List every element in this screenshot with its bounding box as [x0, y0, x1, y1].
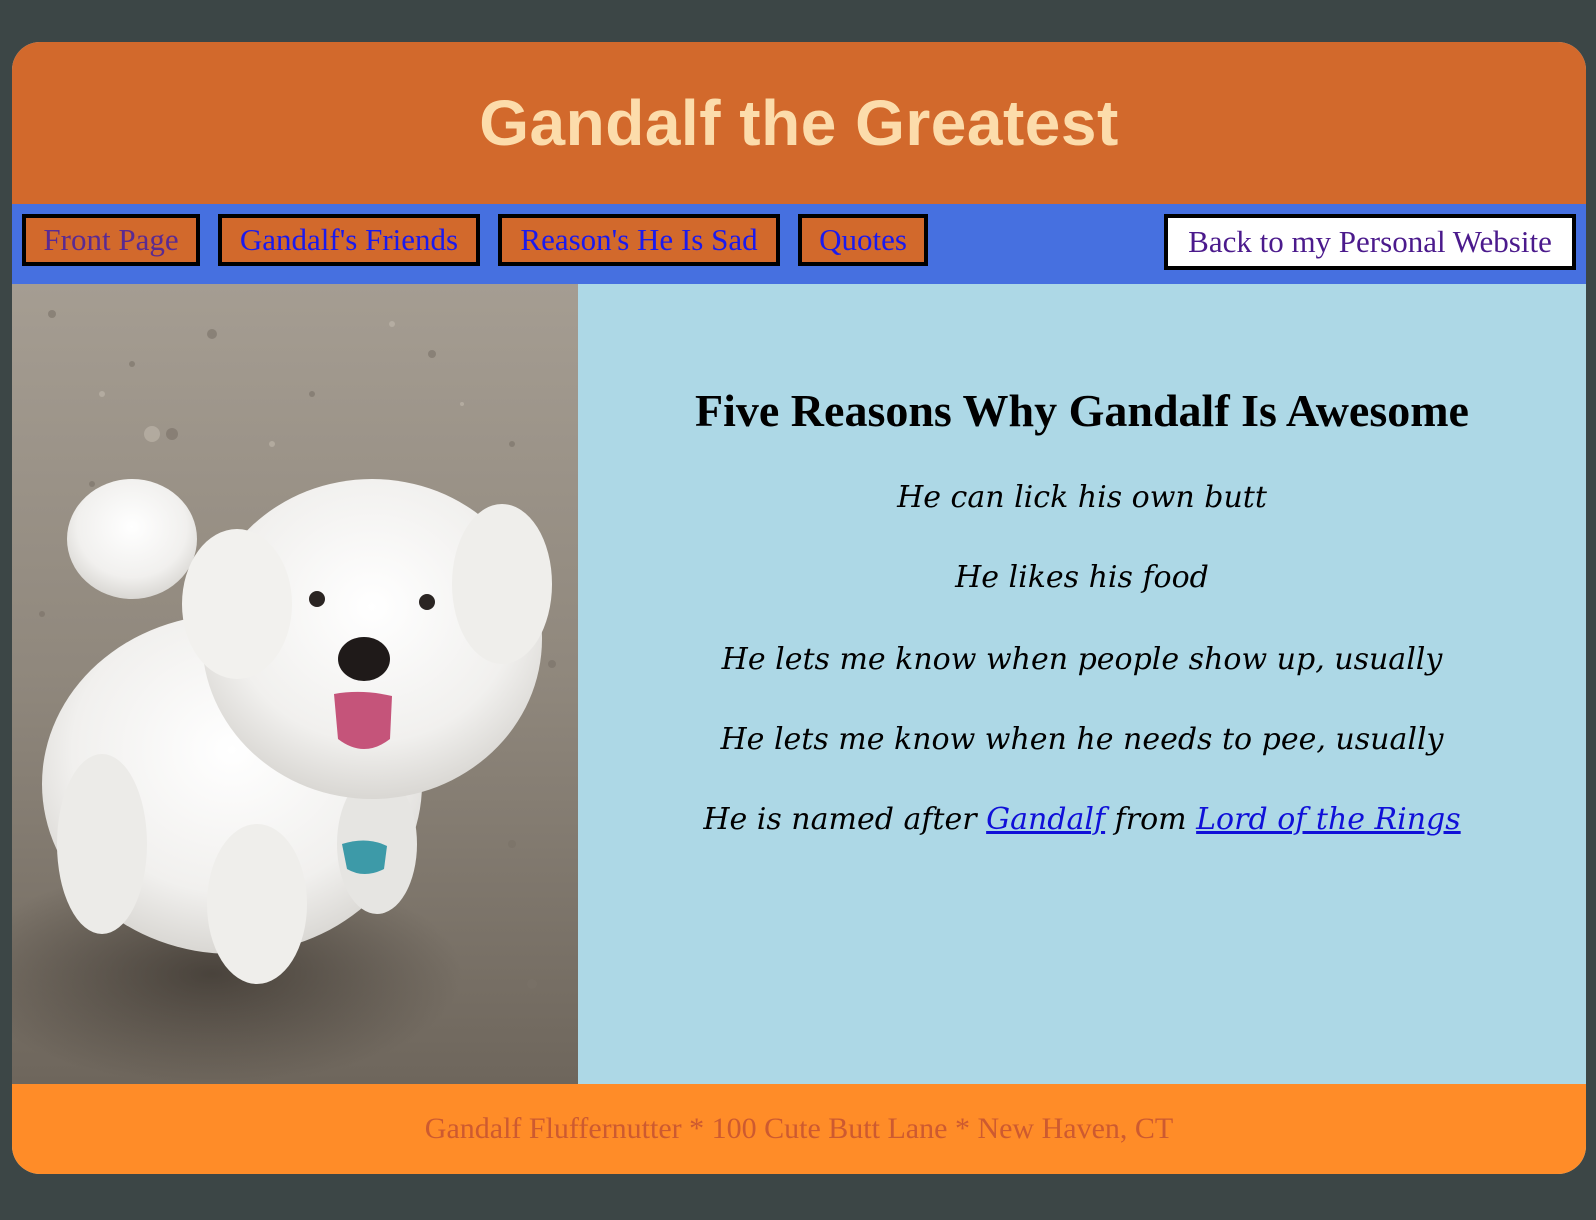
nav-reasons-sad-button[interactable]: Reason's He Is Sad — [498, 214, 780, 266]
reason-item: He lets me know when people show up, usu… — [721, 642, 1443, 677]
site-title: Gandalf the Greatest — [479, 87, 1119, 159]
nav-quotes-button[interactable]: Quotes — [798, 214, 928, 266]
main-content: Five Reasons Why Gandalf Is Awesome He c… — [12, 284, 1586, 1084]
gandalf-link[interactable]: Gandalf — [986, 802, 1105, 837]
page-frame: Gandalf the Greatest Front Page Gandalf'… — [12, 42, 1586, 1174]
reasons-heading: Five Reasons Why Gandalf Is Awesome — [695, 385, 1469, 436]
reason-item-named-after: He is named after Gandalf from Lord of t… — [578, 802, 1586, 837]
reason-text: from — [1105, 802, 1197, 837]
lord-of-the-rings-link[interactable]: Lord of the Rings — [1196, 802, 1461, 837]
reasons-panel: Five Reasons Why Gandalf Is Awesome He c… — [578, 284, 1586, 1084]
reason-item: He likes his food — [955, 560, 1209, 595]
site-header: Gandalf the Greatest — [12, 42, 1586, 204]
reason-item: He lets me know when he needs to pee, us… — [720, 722, 1444, 757]
footer-address: Gandalf Fluffernutter * 100 Cute Butt La… — [424, 1112, 1174, 1145]
reason-text: He is named after — [703, 802, 987, 837]
reason-item: He can lick his own butt — [897, 480, 1267, 515]
nav-bar: Front Page Gandalf's Friends Reason's He… — [12, 204, 1586, 284]
back-to-personal-website-button[interactable]: Back to my Personal Website — [1164, 214, 1576, 270]
nav-front-page-button[interactable]: Front Page — [22, 214, 200, 266]
dog-photo — [12, 284, 578, 1084]
nav-friends-button[interactable]: Gandalf's Friends — [218, 214, 480, 266]
site-footer: Gandalf Fluffernutter * 100 Cute Butt La… — [12, 1084, 1586, 1174]
